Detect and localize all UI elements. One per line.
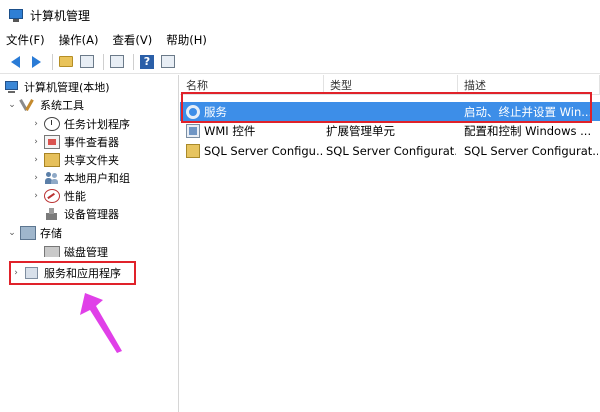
annotation-arrow [80,293,122,353]
